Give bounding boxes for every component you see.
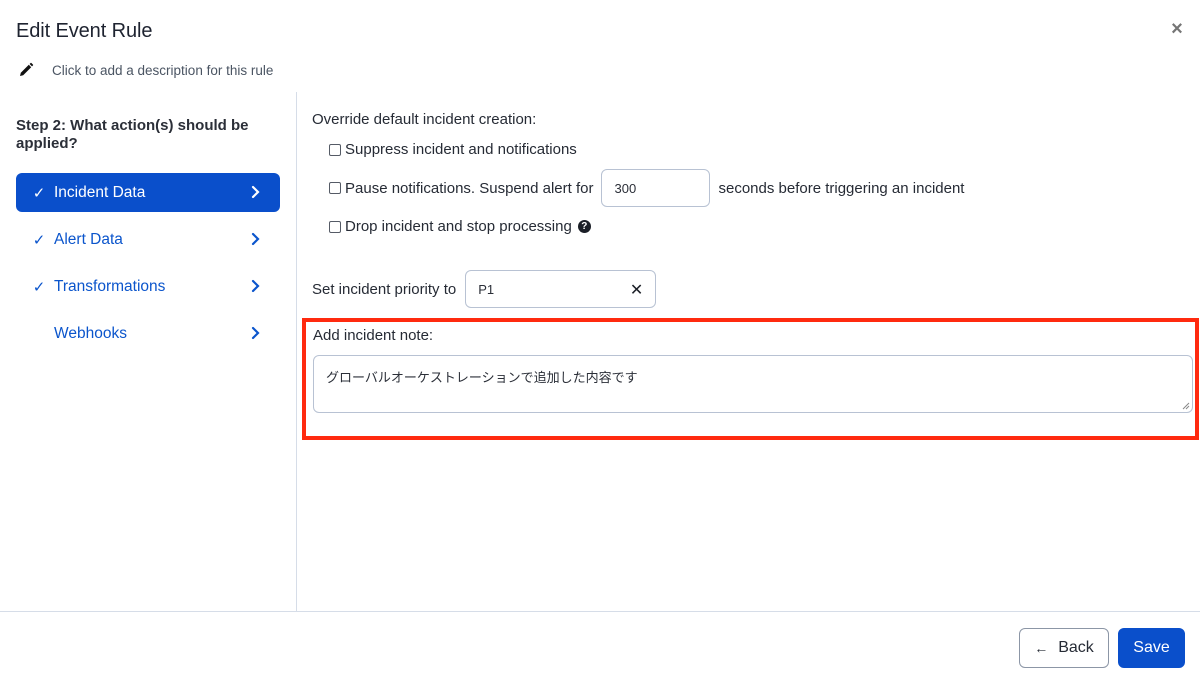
priority-value: P1 (478, 281, 495, 297)
nav-item-webhooks[interactable]: Webhooks (16, 314, 280, 353)
pause-option: Pause notifications. Suspend alert for 3… (329, 169, 964, 207)
priority-select[interactable]: P1 ✕ (465, 270, 657, 308)
chevron-right-icon (251, 279, 260, 293)
incident-note-textarea[interactable]: グローバルオーケストレーションで追加した内容です (313, 355, 1193, 413)
override-label: Override default incident creation: (312, 111, 537, 128)
nav-item-alert-data[interactable]: ✓ Alert Data (16, 220, 280, 259)
back-button[interactable]: ← Back (1019, 628, 1109, 668)
arrow-left-icon: ← (1034, 640, 1049, 656)
save-button[interactable]: Save (1118, 628, 1185, 668)
suppress-checkbox[interactable] (329, 143, 341, 156)
rule-description-editor[interactable]: Click to add a description for this rule (16, 60, 273, 80)
suppress-option: Suppress incident and notifications (329, 141, 577, 158)
suspend-seconds-input[interactable]: 300 (601, 169, 711, 207)
chevron-right-icon (251, 326, 260, 340)
nav-item-label: Transformations (54, 277, 166, 295)
note-value: グローバルオーケストレーションで追加した内容です (326, 371, 638, 386)
pause-checkbox[interactable] (329, 182, 341, 194)
note-label: Add incident note: (313, 327, 434, 344)
check-icon: ✓ (32, 278, 46, 296)
pause-label-after: seconds before triggering an incident (718, 179, 965, 197)
drop-checkbox[interactable] (329, 220, 341, 233)
check-icon: ✓ (32, 231, 46, 249)
chevron-right-icon (251, 185, 260, 199)
priority-row: Set incident priority to P1 ✕ (312, 270, 657, 308)
check-icon: ✓ (32, 184, 46, 202)
nav-item-label: Alert Data (54, 230, 123, 248)
suppress-label: Suppress incident and notifications (345, 141, 577, 158)
dialog-title: Edit Event Rule (16, 20, 153, 42)
step-title: Step 2: What action(s) should be applied… (16, 117, 249, 152)
drop-option: Drop incident and stop processing ? (329, 218, 591, 235)
drop-label: Drop incident and stop processing (345, 218, 572, 235)
priority-label: Set incident priority to (312, 280, 457, 298)
nav-item-label: Incident Data (54, 183, 146, 201)
close-icon: × (1171, 18, 1183, 40)
resize-grip-icon[interactable] (1182, 402, 1190, 410)
nav-item-incident-data[interactable]: ✓ Incident Data (16, 173, 280, 212)
chevron-right-icon (251, 232, 260, 246)
back-label: Back (1058, 639, 1094, 656)
close-button[interactable]: × (1168, 18, 1186, 40)
pencil-icon (16, 60, 36, 80)
step-nav: ✓ Incident Data ✓ Alert Data ✓ Transform… (16, 173, 280, 361)
nav-item-label: Webhooks (54, 324, 127, 342)
footer-divider (0, 611, 1200, 612)
clear-icon[interactable]: ✕ (630, 280, 643, 300)
steps-sidebar: Step 2: What action(s) should be applied… (0, 92, 297, 611)
description-placeholder: Click to add a description for this rule (52, 62, 274, 78)
pause-label-before: Pause notifications. Suspend alert for (345, 179, 594, 197)
help-icon[interactable]: ? (577, 220, 591, 233)
nav-item-transformations[interactable]: ✓ Transformations (16, 267, 280, 306)
